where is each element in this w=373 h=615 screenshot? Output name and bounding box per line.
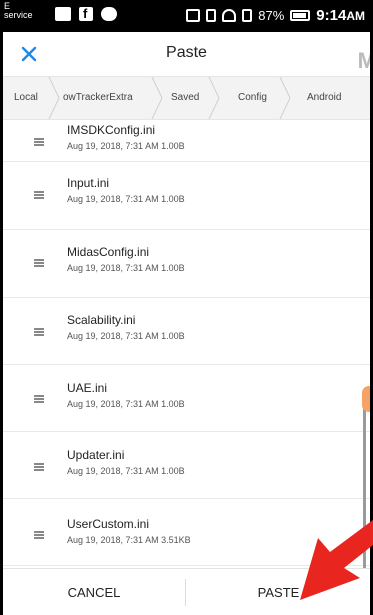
file-meta: Aug 19, 2018, 7:31 AM 1.00B — [67, 466, 185, 476]
list-item[interactable]: Scalability.ini Aug 19, 2018, 7:31 AM 1.… — [3, 298, 370, 365]
video-icon — [55, 7, 71, 21]
file-meta: Aug 19, 2018, 7:31 AM 1.00B — [67, 141, 185, 151]
file-name: Input.ini — [67, 176, 110, 190]
paste-button[interactable]: PASTE — [187, 569, 370, 615]
vibrate-icon — [206, 9, 217, 22]
wifi-icon — [222, 9, 237, 22]
breadcrumb-item-local[interactable]: Local — [14, 77, 38, 119]
status-bar: E service 87% 9:14AM — [0, 0, 373, 32]
floating-handle[interactable] — [362, 386, 370, 412]
messenger-icon — [101, 7, 117, 21]
breadcrumb-item-trackerextra[interactable]: owTrackerExtra — [63, 77, 133, 119]
background-app-text: M — [357, 48, 370, 73]
divider — [185, 579, 186, 606]
chevron-right-icon — [150, 77, 164, 119]
scrollbar[interactable] — [363, 394, 366, 568]
dialog-header: Paste M — [3, 32, 370, 76]
signal-icon — [242, 9, 253, 22]
dialog-title: Paste — [166, 44, 207, 61]
breadcrumb-item-config[interactable]: Config — [238, 77, 267, 119]
breadcrumb-item-android[interactable]: Android — [307, 77, 341, 119]
system-icons: 87% 9:14AM — [186, 7, 365, 24]
cast-icon — [186, 9, 201, 22]
carrier-label: E service — [4, 1, 33, 20]
file-name: MidasConfig.ini — [67, 245, 150, 259]
file-list: IMSDKConfig.ini Aug 19, 2018, 7:31 AM 1.… — [3, 121, 370, 568]
list-item[interactable]: IMSDKConfig.ini Aug 19, 2018, 7:31 AM 1.… — [3, 121, 370, 162]
list-item[interactable]: UAE.ini Aug 19, 2018, 7:31 AM 1.00B — [3, 365, 370, 432]
file-name: Updater.ini — [67, 448, 125, 462]
breadcrumb-item-saved[interactable]: Saved — [171, 77, 199, 119]
file-icon — [32, 457, 46, 473]
breadcrumb: Local owTrackerExtra Saved Config Androi… — [3, 76, 370, 120]
chevron-right-icon — [47, 77, 61, 119]
cancel-button[interactable]: CANCEL — [3, 569, 185, 615]
file-icon — [32, 389, 46, 405]
file-meta: Aug 19, 2018, 7:31 AM 1.00B — [67, 331, 185, 341]
list-item[interactable]: MidasConfig.ini Aug 19, 2018, 7:31 AM 1.… — [3, 231, 370, 298]
file-name: UAE.ini — [67, 381, 108, 395]
file-meta: Aug 19, 2018, 7:31 AM 1.00B — [67, 194, 185, 204]
file-icon — [32, 253, 46, 269]
chevron-right-icon — [278, 77, 292, 119]
dialog-footer: CANCEL PASTE — [3, 568, 370, 615]
file-icon — [32, 322, 46, 338]
facebook-icon — [79, 6, 93, 21]
notification-icons — [55, 6, 117, 21]
file-meta: Aug 19, 2018, 7:31 AM 1.00B — [67, 399, 185, 409]
list-item[interactable]: Updater.ini Aug 19, 2018, 7:31 AM 1.00B — [3, 432, 370, 499]
file-meta: Aug 19, 2018, 7:31 AM 3.51KB — [67, 535, 191, 545]
file-name: UserCustom.ini — [67, 517, 150, 531]
list-item[interactable]: Input.ini Aug 19, 2018, 7:31 AM 1.00B — [3, 163, 370, 230]
battery-percent: 87% — [258, 8, 285, 23]
file-icon — [32, 185, 46, 201]
file-icon — [32, 525, 46, 541]
paste-dialog: Paste M Local owTrackerExtra Saved Confi… — [3, 32, 370, 615]
list-item[interactable]: UserCustom.ini Aug 19, 2018, 7:31 AM 3.5… — [3, 499, 370, 566]
chevron-right-icon — [207, 77, 221, 119]
file-name: IMSDKConfig.ini — [67, 123, 156, 137]
battery-icon — [290, 10, 311, 21]
file-icon — [32, 132, 46, 148]
clock: 9:14AM — [316, 7, 365, 24]
file-name: Scalability.ini — [67, 313, 136, 327]
file-meta: Aug 19, 2018, 7:31 AM 1.00B — [67, 263, 185, 273]
